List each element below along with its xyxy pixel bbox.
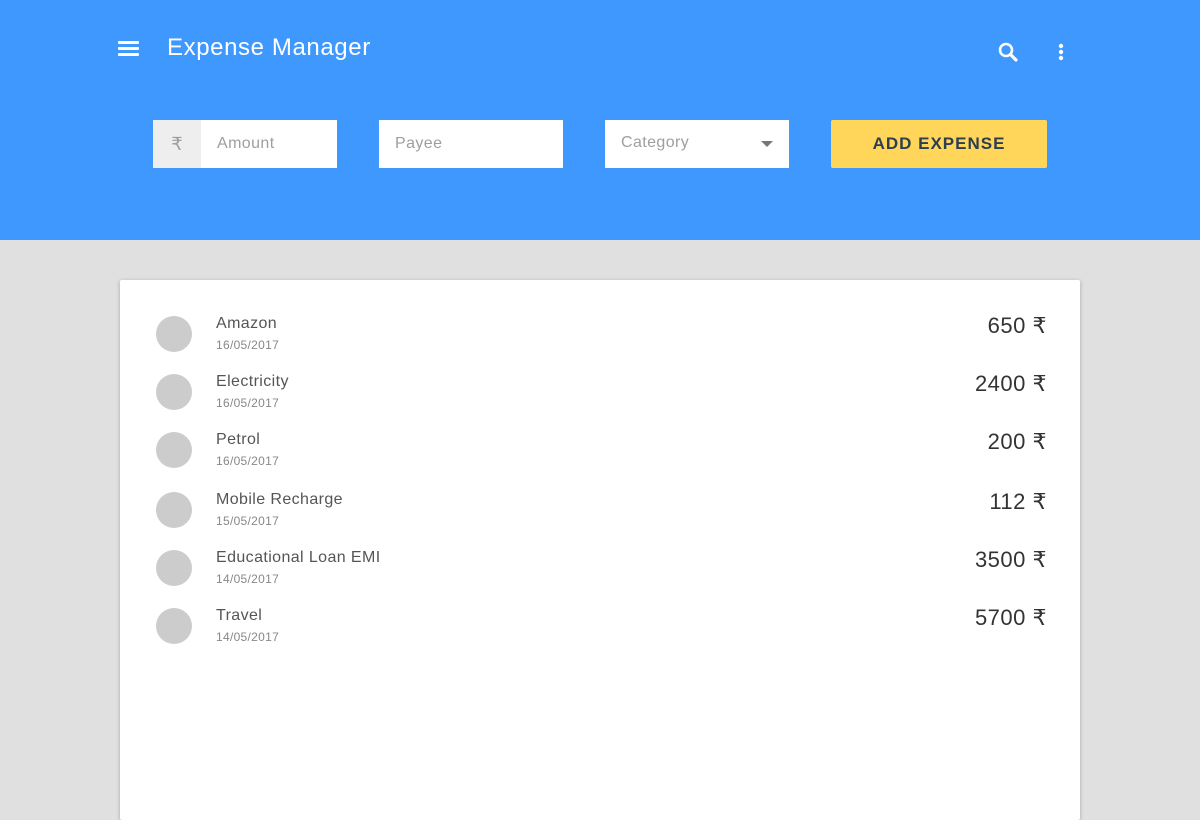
amount-field: ₹	[153, 120, 337, 168]
payee-field	[379, 120, 563, 168]
expense-payee: Mobile Recharge	[216, 491, 343, 508]
expense-item[interactable]: Electricity 16/05/2017 2400 ₹	[120, 338, 1080, 410]
expense-payee: Petrol	[216, 431, 261, 448]
expense-amount: 2400 ₹	[974, 371, 1047, 396]
more-vert-icon[interactable]	[1050, 40, 1072, 64]
expense-payee: Amazon	[216, 315, 278, 332]
expense-list-card: Amazon 16/05/2017 650 ₹ Electricity 16/0…	[120, 280, 1080, 820]
category-select[interactable]: Category	[605, 120, 789, 168]
expense-item[interactable]: Mobile Recharge 15/05/2017 112 ₹	[120, 456, 1080, 528]
expense-item[interactable]: Amazon 16/05/2017 650 ₹	[120, 280, 1080, 352]
dropdown-arrow-icon	[761, 141, 773, 147]
app-title: Expense Manager	[167, 34, 371, 61]
expense-payee: Educational Loan EMI	[216, 549, 381, 566]
expense-amount: 3500 ₹	[974, 547, 1047, 572]
expense-amount: 5700 ₹	[974, 605, 1047, 630]
amount-input[interactable]	[217, 120, 333, 168]
category-select-value: Category	[621, 134, 690, 151]
currency-addon: ₹	[153, 120, 201, 168]
search-icon[interactable]	[996, 40, 1020, 64]
expense-date: 14/05/2017	[216, 630, 280, 644]
expense-item[interactable]: Educational Loan EMI 14/05/2017 3500 ₹	[120, 514, 1080, 586]
expense-amount: 200 ₹	[987, 429, 1047, 454]
app-header: Expense Manager ₹ Category ADD EXPENSE	[0, 0, 1200, 240]
expense-amount: 650 ₹	[987, 313, 1047, 338]
expense-item[interactable]: Petrol 16/05/2017 200 ₹	[120, 396, 1080, 468]
expense-amount: 112 ₹	[989, 489, 1047, 514]
expense-payee: Travel	[216, 607, 263, 624]
menu-icon[interactable]	[118, 41, 142, 61]
payee-input[interactable]	[395, 120, 555, 168]
expense-payee: Electricity	[216, 373, 289, 390]
expense-item[interactable]: Travel 14/05/2017 5700 ₹	[120, 572, 1080, 644]
avatar	[156, 608, 192, 644]
add-expense-button[interactable]: ADD EXPENSE	[831, 120, 1047, 168]
